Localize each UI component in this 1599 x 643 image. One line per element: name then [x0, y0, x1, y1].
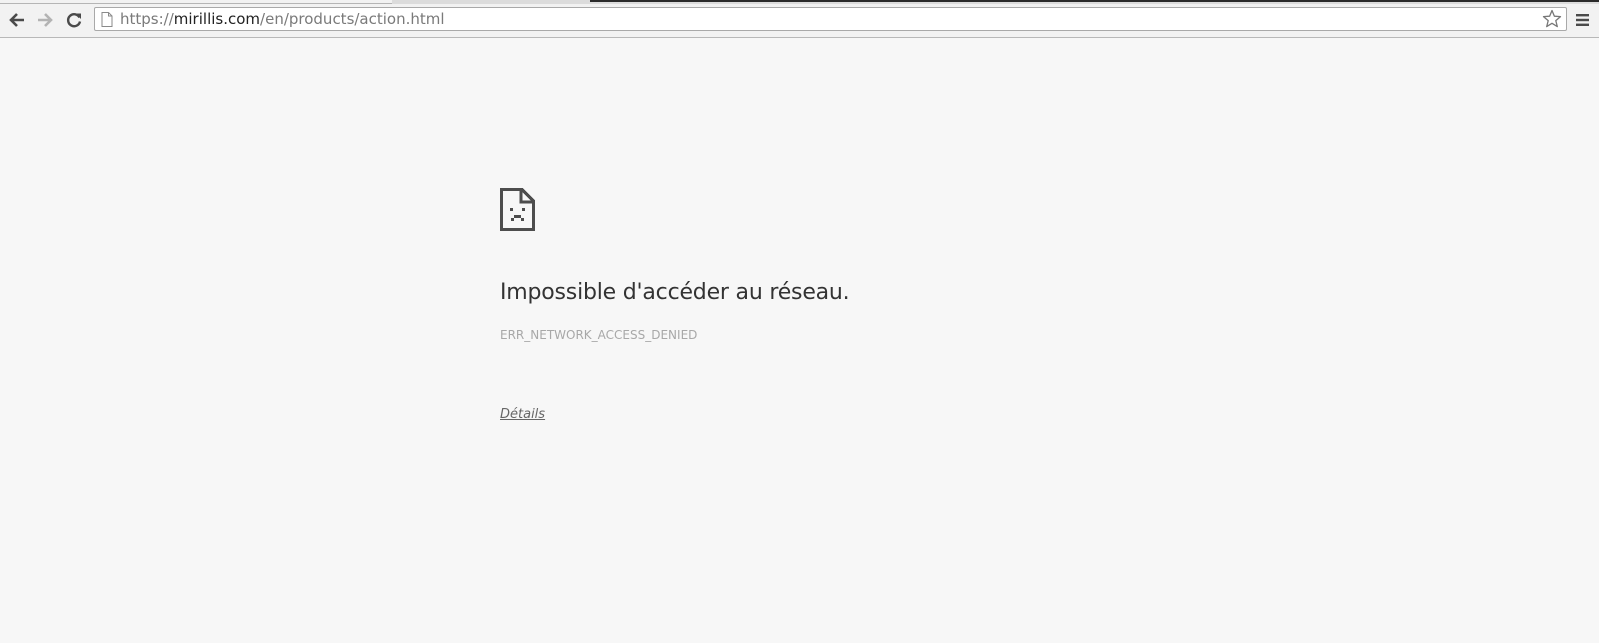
- sad-page-icon: [500, 188, 535, 231]
- window-frame-edge: [590, 0, 1599, 2]
- back-arrow-icon: [9, 13, 24, 27]
- page-icon: [101, 12, 113, 27]
- url-host: mirillis.com: [173, 10, 261, 28]
- address-bar[interactable]: https://mirillis.com/en/products/action.…: [94, 7, 1567, 31]
- browser-toolbar: https://mirillis.com/en/products/action.…: [0, 4, 1599, 38]
- hamburger-menu-icon[interactable]: [1575, 12, 1591, 28]
- url-prefix: https://: [120, 10, 174, 28]
- error-heading: Impossible d'accéder au réseau.: [500, 280, 850, 305]
- url-text[interactable]: https://mirillis.com/en/products/action.…: [120, 10, 445, 28]
- reload-icon: [66, 13, 82, 28]
- star-icon[interactable]: [1542, 9, 1562, 29]
- error-code: ERR_NETWORK_ACCESS_DENIED: [500, 328, 698, 342]
- url-path: /en/products/action.html: [260, 10, 445, 28]
- forward-arrow-icon: [38, 13, 53, 27]
- back-button[interactable]: [6, 9, 28, 31]
- reload-button[interactable]: [63, 9, 85, 31]
- forward-button[interactable]: [34, 9, 56, 31]
- details-link[interactable]: Détails: [500, 407, 545, 422]
